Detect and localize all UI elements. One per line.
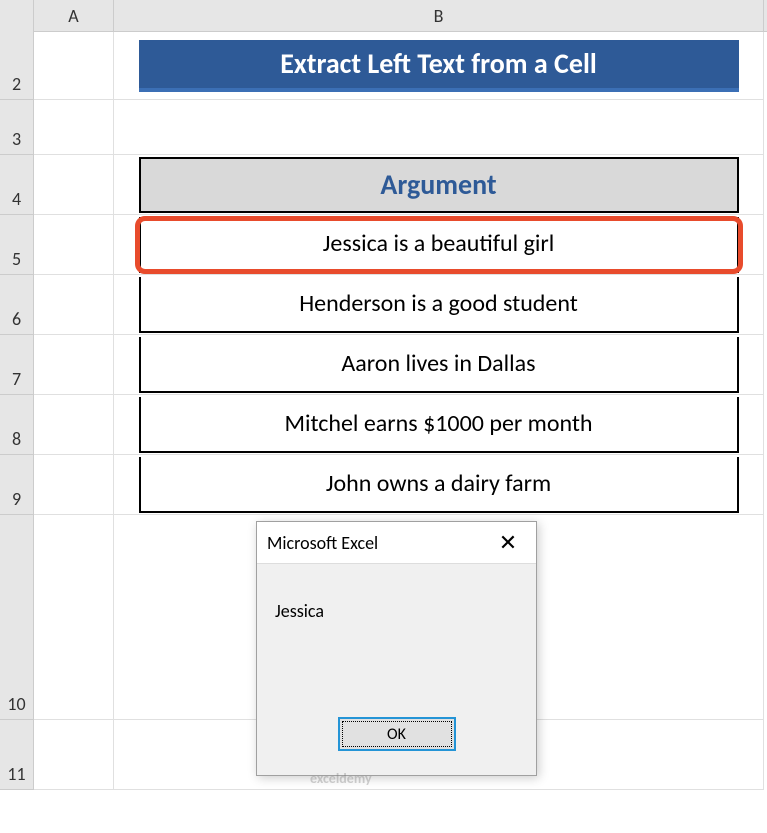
row-header-8[interactable]: 8 <box>0 395 34 455</box>
cell-a9[interactable] <box>34 455 114 515</box>
cell-b9[interactable]: John owns a dairy farm <box>114 455 764 515</box>
page-title: Extract Left Text from a Cell <box>139 40 739 92</box>
message-box: Microsoft Excel ✕ Jessica OK <box>256 521 537 776</box>
column-headers-row: A B <box>0 0 767 32</box>
row-header-4[interactable]: 4 <box>0 155 34 215</box>
row-5: 5 Jessica is a beautiful girl <box>0 215 767 275</box>
select-all-corner[interactable] <box>0 0 34 32</box>
column-header-b[interactable]: B <box>114 0 764 31</box>
row-header-11[interactable]: 11 <box>0 720 34 790</box>
row-header-6[interactable]: 6 <box>0 275 34 335</box>
cell-b7[interactable]: Aaron lives in Dallas <box>114 335 764 395</box>
cell-a4[interactable] <box>34 155 114 215</box>
message-box-titlebar[interactable]: Microsoft Excel ✕ <box>257 522 536 564</box>
table-row: John owns a dairy farm <box>139 457 739 513</box>
cell-a7[interactable] <box>34 335 114 395</box>
cell-b8[interactable]: Mitchel earns $1000 per month <box>114 395 764 455</box>
column-header-a[interactable]: A <box>34 0 114 31</box>
cell-b2[interactable]: Extract Left Text from a Cell <box>114 32 764 100</box>
cell-a2[interactable] <box>34 32 114 100</box>
cell-b4[interactable]: Argument <box>114 155 764 215</box>
row-3: 3 <box>0 100 767 155</box>
row-header-9[interactable]: 9 <box>0 455 34 515</box>
cell-a6[interactable] <box>34 275 114 335</box>
row-2: 2 Extract Left Text from a Cell <box>0 32 767 100</box>
row-header-5[interactable]: 5 <box>0 215 34 275</box>
cell-a3[interactable] <box>34 100 114 155</box>
row-9: 9 John owns a dairy farm <box>0 455 767 515</box>
cell-b5[interactable]: Jessica is a beautiful girl <box>114 215 764 275</box>
row-8: 8 Mitchel earns $1000 per month <box>0 395 767 455</box>
row-7: 7 Aaron lives in Dallas <box>0 335 767 395</box>
row-header-10[interactable]: 10 <box>0 515 34 720</box>
message-box-footer: OK <box>257 704 536 764</box>
table-row: Mitchel earns $1000 per month <box>139 397 739 453</box>
row-header-2[interactable]: 2 <box>0 32 34 100</box>
cell-a5[interactable] <box>34 215 114 275</box>
table-row: Jessica is a beautiful girl <box>139 217 739 273</box>
cell-b3[interactable] <box>114 100 764 155</box>
row-4: 4 Argument <box>0 155 767 215</box>
watermark: exceldemy <box>310 770 372 787</box>
table-header: Argument <box>139 157 739 213</box>
row-header-3[interactable]: 3 <box>0 100 34 155</box>
table-row: Henderson is a good student <box>139 277 739 333</box>
cell-a10[interactable] <box>34 515 114 720</box>
cell-b6[interactable]: Henderson is a good student <box>114 275 764 335</box>
row-6: 6 Henderson is a good student <box>0 275 767 335</box>
message-box-title: Microsoft Excel <box>267 532 378 554</box>
cell-a11[interactable] <box>34 720 114 790</box>
cell-a8[interactable] <box>34 395 114 455</box>
message-box-body: Jessica <box>257 564 536 704</box>
ok-button[interactable]: OK <box>338 717 456 751</box>
row-header-7[interactable]: 7 <box>0 335 34 395</box>
table-row: Aaron lives in Dallas <box>139 337 739 393</box>
close-icon[interactable]: ✕ <box>490 528 526 558</box>
